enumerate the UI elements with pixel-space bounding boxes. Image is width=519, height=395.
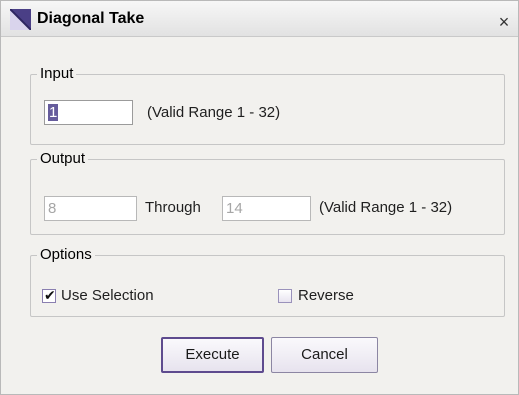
execute-button[interactable]: Execute [161, 337, 264, 373]
options-legend: Options [37, 245, 95, 265]
input-value-selected: 1 [48, 104, 59, 121]
options-groupbox: Options ✔ Use Selection Reverse [30, 245, 505, 317]
input-groupbox: Input 1 (Valid Range 1 - 32) [30, 64, 505, 145]
cancel-button[interactable]: Cancel [271, 337, 378, 373]
reverse-checkbox[interactable] [278, 289, 292, 303]
output-from-field[interactable]: 8 [44, 196, 137, 221]
input-range-label: (Valid Range 1 - 32) [147, 104, 281, 121]
input-number-field[interactable]: 1 [44, 100, 133, 125]
output-legend: Output [37, 149, 89, 169]
reverse-label[interactable]: Reverse [298, 286, 354, 306]
through-label: Through [145, 199, 201, 216]
output-to-field[interactable]: 14 [222, 196, 311, 221]
use-selection-checkbox[interactable]: ✔ [42, 287, 56, 303]
window-title: Diagonal Take [37, 10, 145, 27]
title-bar[interactable]: Diagonal Take × [1, 1, 518, 37]
close-icon[interactable]: × [495, 13, 513, 31]
dialog-window: Diagonal Take × Input 1 (Valid Range 1 -… [0, 0, 519, 395]
diagonal-take-app-icon [10, 9, 31, 30]
output-range-label: (Valid Range 1 - 32) [319, 199, 453, 216]
input-legend: Input [37, 64, 77, 84]
use-selection-label[interactable]: Use Selection [61, 286, 154, 306]
checkmark-icon: ✔ [44, 287, 56, 303]
output-groupbox: Output 8 Through 14 (Valid Range 1 - 32) [30, 149, 505, 235]
